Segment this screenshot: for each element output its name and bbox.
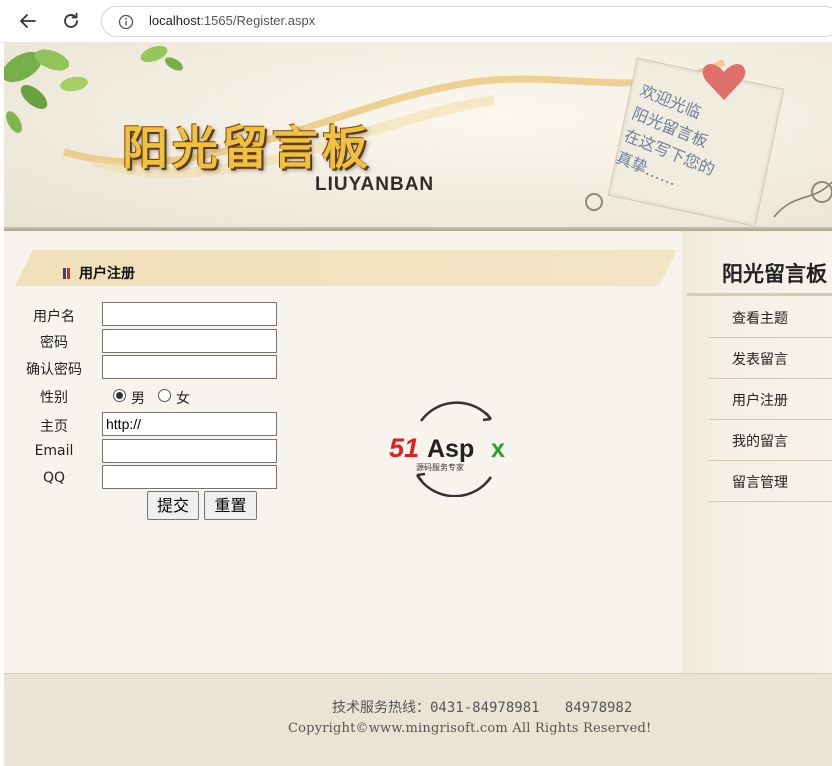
homepage-input[interactable] [102,412,277,436]
gender-female-label: 女 [176,391,190,407]
sidebar-item-post-message[interactable]: 发表留言 [709,339,832,379]
site-info-icon[interactable] [118,14,134,30]
browser-toolbar: localhost:1565/Register.aspx [0,0,832,43]
logo-graphic: 51 Asp x 源码服务专家 [389,401,505,498]
address-bar[interactable]: localhost:1565/Register.aspx [101,6,832,37]
sidebar-item-label: 发表留言 [732,352,788,368]
sidebar-title: 阳光留言板 [722,261,827,286]
site-banner: 阳光留言板 LIUYANBAN 欢迎光临 阳光留言板 在这写下您的 真挚…… [4,42,832,227]
svg-text:x: x [491,435,505,463]
reload-icon[interactable] [58,8,84,34]
gender-male-label: 男 [131,391,145,407]
qq-input[interactable] [102,465,277,489]
url-host: localhost [149,13,201,28]
username-label: 用户名 [33,309,75,325]
username-input[interactable] [102,302,277,326]
url-path: :1565/Register.aspx [200,13,316,28]
brand-logo: 51 Asp x 源码服务专家 [387,401,515,498]
sidebar-item-label: 用户注册 [732,393,788,409]
confirm-password-label: 确认密码 [26,362,82,378]
url-text: localhost:1565/Register.aspx [149,13,315,28]
svg-text:Asp: Asp [427,435,474,463]
back-arrow-icon[interactable] [15,8,41,34]
confirm-password-input[interactable] [102,355,277,379]
password-input[interactable] [102,329,277,353]
svg-text:51: 51 [389,433,419,463]
homepage-label: 主页 [40,419,68,435]
logo-tagline: 源码服务专家 [416,462,464,472]
site-subtitle: LIUYANBAN [315,174,435,195]
sidebar-title-divider [687,293,832,296]
footer: 技术服务热线：0431-84978981 84978982 Copyright©… [4,673,832,766]
gender-male-radio[interactable] [113,389,126,402]
email-input[interactable] [102,439,277,463]
footer-hotline: 技术服务热线：0431-84978981 84978982 [332,700,633,716]
section-title: 用户注册 [79,266,135,282]
submit-button[interactable]: 提交 [147,491,199,520]
sidebar-item-manage-messages[interactable]: 留言管理 [709,462,832,502]
qq-label: QQ [42,470,66,486]
footer-divider [4,673,832,674]
reset-button[interactable]: 重置 [204,491,257,520]
page: 阳光留言板 LIUYANBAN 欢迎光临 阳光留言板 在这写下您的 真挚…… 用… [4,42,832,766]
section-marker-icon [63,264,70,279]
gender-female-radio[interactable] [158,389,171,402]
sidebar-item-my-messages[interactable]: 我的留言 [709,421,832,461]
sidebar-item-label: 我的留言 [732,434,788,450]
password-label: 密码 [40,335,68,351]
footer-copyright: Copyright©www.mingrisoft.com All Rights … [288,721,652,736]
sidebar-item-view-topics[interactable]: 查看主题 [709,298,832,338]
sidebar-item-register[interactable]: 用户注册 [709,380,832,420]
sidebar-item-label: 留言管理 [732,475,788,491]
site-title: 阳光留言板 [122,121,372,175]
sidebar-item-label: 查看主题 [732,311,788,327]
email-label: Email [34,443,74,459]
gender-label: 性别 [40,390,68,406]
